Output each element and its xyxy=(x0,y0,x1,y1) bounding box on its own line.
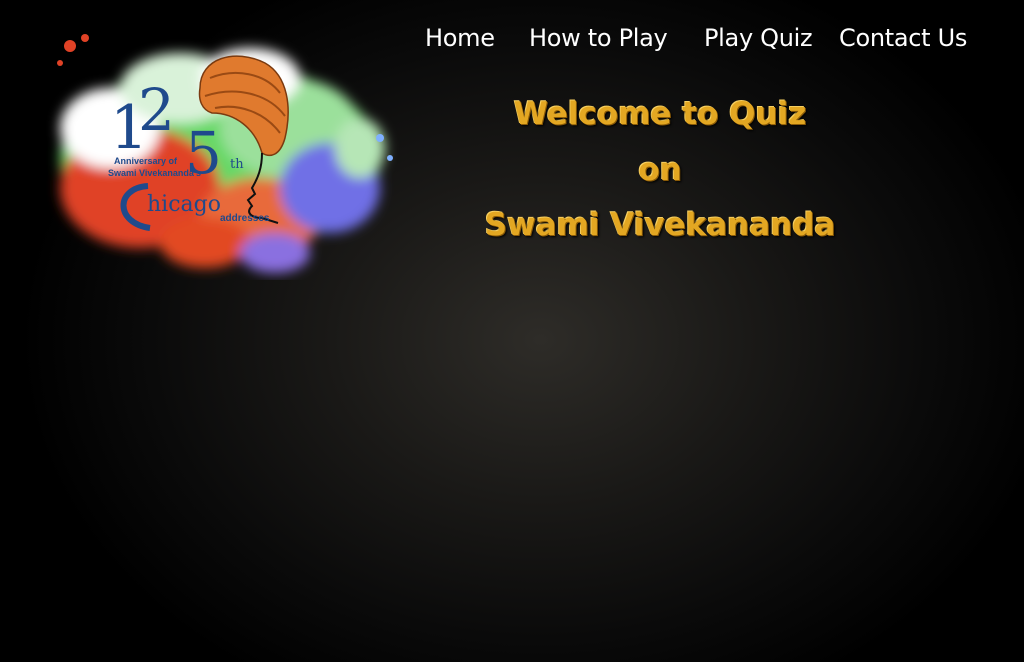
logo-addresses: addresses xyxy=(220,213,270,224)
logo-number-two: 2 xyxy=(138,76,175,144)
logo-suffix: th xyxy=(230,157,244,172)
nav-contact-us-link[interactable]: Contact Us xyxy=(839,24,967,52)
welcome-heading-line3: Swami Vivekananda xyxy=(484,207,836,243)
nav-home-link[interactable]: Home xyxy=(425,24,495,52)
logo-line-anniversary: Anniversary of xyxy=(114,156,178,166)
main-nav: Home How to Play Play Quiz Contact Us xyxy=(0,24,1024,60)
nav-play-quiz-link[interactable]: Play Quiz xyxy=(704,24,813,52)
welcome-heading-line1: Welcome to Quiz xyxy=(513,96,807,132)
logo-line-name: Swami Vivekananda's xyxy=(108,168,201,178)
logo-chicago: hicago xyxy=(147,192,221,217)
nav-how-to-play-link[interactable]: How to Play xyxy=(529,24,668,52)
welcome-heading-line2: on xyxy=(638,152,682,188)
